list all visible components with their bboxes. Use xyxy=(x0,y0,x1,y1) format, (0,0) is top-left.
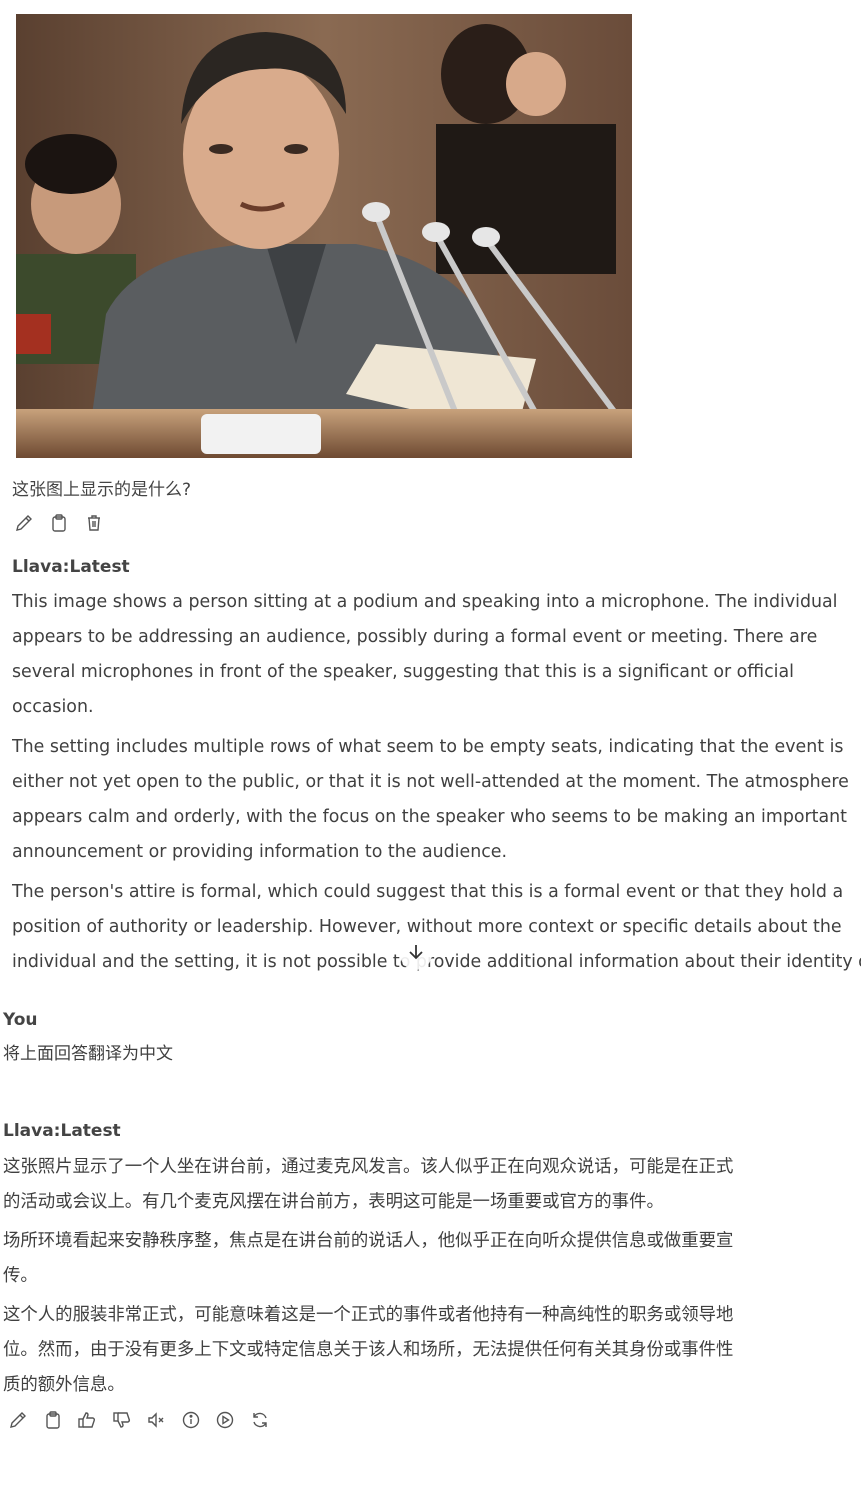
user-message-actions xyxy=(14,512,104,534)
assistant-message: 这张照片显示了一个人坐在讲台前，通过麦克风发言。该人似乎正在向观众说话，可能是在… xyxy=(3,1150,853,1407)
thumbs-up-icon[interactable] xyxy=(77,1410,97,1430)
assistant-paragraph: The person's attire is formal, which cou… xyxy=(12,882,861,972)
user-message-text: 将上面回答翻译为中文 xyxy=(3,1044,173,1064)
play-icon[interactable] xyxy=(215,1410,235,1430)
pencil-icon[interactable] xyxy=(14,513,34,533)
thumbs-down-icon[interactable] xyxy=(112,1410,132,1430)
assistant-paragraph: 场所环境看起来安静秩序整，焦点是在讲台前的说话人，他似乎正在向听众提供信息或做重… xyxy=(3,1231,734,1286)
assistant-name: Llava:Latest xyxy=(12,557,130,577)
clipboard-icon[interactable] xyxy=(43,1410,63,1430)
pencil-icon[interactable] xyxy=(8,1410,28,1430)
assistant-message: This image shows a person sitting at a p… xyxy=(12,585,861,985)
assistant-paragraph: 这个人的服装非常正式，可能意味着这是一个正式的事件或者他持有一种高纯性的职务或领… xyxy=(3,1305,734,1395)
chat-page: 这张图上显示的是什么? Llava:Latest This image show… xyxy=(0,0,861,1486)
user-name: You xyxy=(3,1010,38,1030)
attached-photo[interactable] xyxy=(16,14,632,458)
user-message-text: 这张图上显示的是什么? xyxy=(12,480,192,500)
assistant-paragraph: This image shows a person sitting at a p… xyxy=(12,592,838,717)
assistant-paragraph: The setting includes multiple rows of wh… xyxy=(12,737,849,862)
info-icon[interactable] xyxy=(181,1410,201,1430)
scroll-to-bottom-button[interactable] xyxy=(400,938,432,970)
photo-illustration xyxy=(16,14,632,458)
regenerate-icon[interactable] xyxy=(250,1410,270,1430)
response-actions xyxy=(8,1409,270,1431)
arrow-down-icon xyxy=(405,941,427,967)
clipboard-icon[interactable] xyxy=(49,513,69,533)
assistant-name: Llava:Latest xyxy=(3,1121,121,1141)
trash-icon[interactable] xyxy=(84,513,104,533)
assistant-paragraph: 这张照片显示了一个人坐在讲台前，通过麦克风发言。该人似乎正在向观众说话，可能是在… xyxy=(3,1157,734,1212)
speaker-mute-icon[interactable] xyxy=(146,1410,166,1430)
